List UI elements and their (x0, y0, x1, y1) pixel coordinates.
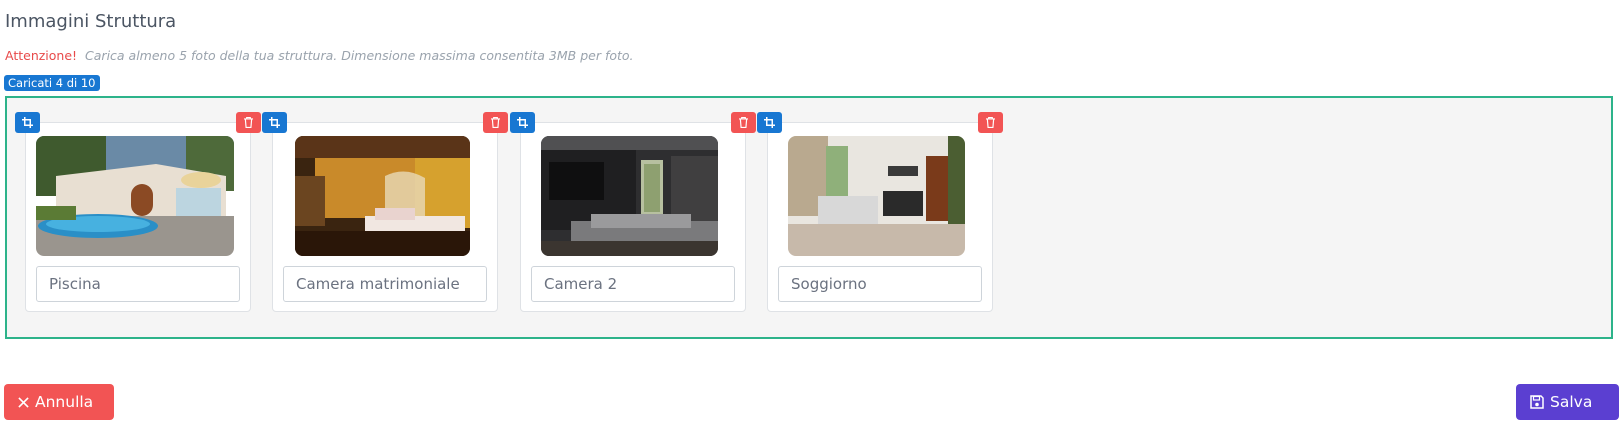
crop-button[interactable] (510, 112, 535, 133)
trash-icon (244, 117, 253, 128)
image-name-input[interactable] (36, 266, 240, 302)
trash-icon (491, 117, 500, 128)
image-card (510, 112, 756, 312)
delete-button[interactable] (236, 112, 261, 133)
save-button[interactable]: Salva (1516, 384, 1619, 420)
section-title: Immagini Struttura (5, 11, 177, 32)
x-icon (18, 396, 29, 408)
image-card (15, 112, 261, 312)
image-name-input[interactable] (283, 266, 487, 302)
cancel-label: Annulla (35, 393, 94, 411)
crop-icon (22, 117, 33, 128)
save-label: Salva (1550, 393, 1593, 411)
delete-button[interactable] (731, 112, 756, 133)
image-card (262, 112, 508, 312)
double-bedroom-photo[interactable] (295, 136, 470, 256)
warning-label: Attenzione! (5, 48, 78, 63)
pool-photo[interactable] (36, 136, 234, 256)
warning-message: Carica almeno 5 foto della tua struttura… (85, 48, 634, 63)
trash-icon (739, 117, 748, 128)
delete-button[interactable] (483, 112, 508, 133)
image-card (757, 112, 1003, 312)
image-dropzone[interactable] (5, 96, 1613, 339)
image-name-input[interactable] (778, 266, 982, 302)
upload-counter-badge: Caricati 4 di 10 (4, 75, 100, 91)
crop-icon (517, 117, 528, 128)
living-room-photo[interactable] (788, 136, 965, 256)
crop-button[interactable] (15, 112, 40, 133)
image-name-input[interactable] (531, 266, 735, 302)
floppy-disk-icon (1530, 395, 1544, 409)
trash-icon (986, 117, 995, 128)
crop-icon (764, 117, 775, 128)
crop-icon (269, 117, 280, 128)
bedroom-photo[interactable] (541, 136, 718, 256)
crop-button[interactable] (757, 112, 782, 133)
crop-button[interactable] (262, 112, 287, 133)
delete-button[interactable] (978, 112, 1003, 133)
upload-notice: Attenzione! Carica almeno 5 foto della t… (5, 48, 634, 63)
cancel-button[interactable]: Annulla (4, 384, 114, 420)
